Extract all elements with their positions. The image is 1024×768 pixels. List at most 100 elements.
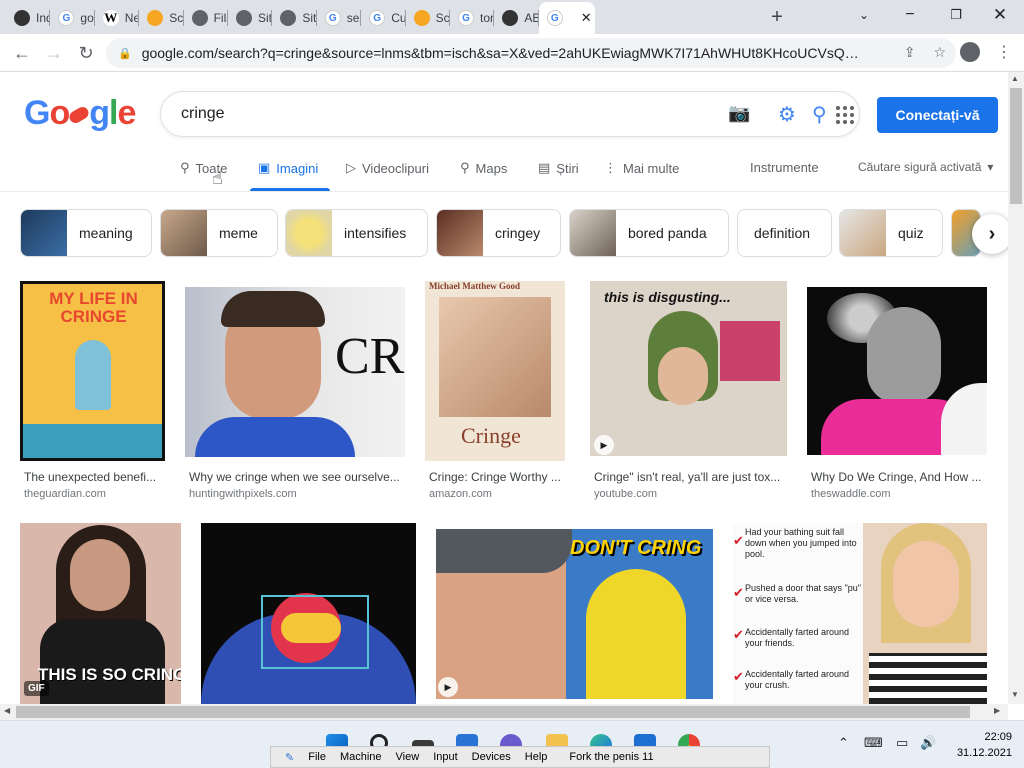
new-tab-button[interactable]: + [766,6,788,28]
image-result[interactable]: THIS IS SO CRINGE GIF [20,523,181,704]
tab-news[interactable]: ▤ Știri [538,160,579,176]
search-box[interactable]: cringe [160,91,860,137]
tab-more[interactable]: ⋮ Mai multe [604,160,679,176]
image-result[interactable]: Had your bathing suit fall down when you… [733,523,987,704]
image-result[interactable]: Why Do We Cringe, And How ... theswaddle… [807,287,987,501]
image-icon: ▣ [258,160,271,175]
vm-menu-machine[interactable]: Machine [340,751,382,763]
address-bar[interactable]: 🔒 google.com/search?q=cringe&source=lnms… [106,38,956,68]
vm-menu-bar: ✎ File Machine View Input Devices Help F… [270,746,770,768]
cursor-icon: ☝ [212,168,223,188]
image-result[interactable]: MY LIFE IN CRINGE The unexpected benefi.… [20,281,165,501]
map-pin-icon: ⚲ [460,160,470,175]
image-overlay-text: Cringe [461,423,521,448]
illustration [40,619,165,704]
reload-icon[interactable]: ↻ [74,42,98,64]
result-caption[interactable]: The unexpected benefi... [24,470,165,484]
result-image: Michael Matthew Good Cringe [425,281,565,461]
minimize-button[interactable]: − [888,4,932,26]
tab-images[interactable]: ▣ Imagini [258,160,318,176]
safesearch-button[interactable]: Căutare sigură activată ▾ [858,160,993,174]
chip-meaning[interactable]: meaning [20,209,152,257]
result-caption[interactable]: Cringe: Cringe Worthy ... [429,470,570,484]
keyboard-icon[interactable]: ⌨ [864,735,883,751]
vertical-scroll-thumb[interactable] [1010,88,1022,204]
signin-button[interactable]: Conectați-vă [877,97,998,133]
vm-menu-file[interactable]: File [308,751,326,763]
tab-videos[interactable]: ▷ Videoclipuri [346,160,429,176]
lock-icon: 🔒 [118,47,132,60]
browser-tab[interactable]: Site [272,4,317,32]
network-icon[interactable]: ▭ [896,735,908,751]
chip-meme[interactable]: meme [160,209,278,257]
illustration [658,347,708,405]
close-tab-icon[interactable]: ✕ [581,10,592,26]
result-caption[interactable]: Why we cringe when we see ourselve... [189,470,405,484]
browser-tab[interactable]: Ind [6,4,51,32]
image-result[interactable]: CRIN Why we cringe when we see ourselve.… [185,287,405,501]
result-source: youtube.com [594,488,657,500]
scroll-down-icon[interactable]: ▼ [1011,690,1019,699]
browser-tab-active[interactable]: G ✕ [538,2,595,34]
checkmark-icon: ✔ [733,669,744,684]
volume-icon[interactable]: 🔊 [920,735,936,751]
browser-tab[interactable]: Gton [450,4,495,32]
browser-tab[interactable]: Site [228,4,273,32]
vm-menu-devices[interactable]: Devices [472,751,511,763]
chip-bored-panda[interactable]: bored panda [569,209,729,257]
camera-icon[interactable]: 📷 [728,103,750,124]
illustration [720,321,780,381]
vm-menu-input[interactable]: Input [433,751,457,763]
chip-intensifies[interactable]: intensifies [285,209,428,257]
tab-maps[interactable]: ⚲ Maps [460,160,507,176]
share-icon[interactable]: ⇪ [904,44,916,61]
favicon-icon [14,10,30,26]
chevron-up-icon[interactable]: ⌃ [838,735,849,751]
browser-tab[interactable]: Gsex [317,4,362,32]
result-caption[interactable]: Why Do We Cringe, And How ... [811,470,987,484]
pin-icon[interactable]: ✎ [285,751,294,764]
news-icon: ▤ [538,160,551,175]
gear-icon[interactable]: ⚙ [778,102,796,127]
browser-tab[interactable]: Scr [139,4,184,32]
browser-tab[interactable]: W Ne [95,4,140,32]
image-result[interactable]: DON'T CRING ▶ [436,529,713,699]
chip-definition[interactable]: definition [737,209,832,257]
image-overlay-text: MY LIFE IN CRINGE [49,289,138,326]
close-window-button[interactable]: ✕ [978,4,1022,26]
bookmark-star-icon[interactable]: ☆ [933,44,946,61]
image-result[interactable]: this is disgusting... ▶ Cringe" isn't re… [590,281,790,501]
apps-grid-icon[interactable] [836,106,854,124]
vm-menu-view[interactable]: View [396,751,420,763]
scroll-left-icon[interactable]: ◀ [4,706,10,715]
result-caption[interactable]: Cringe" isn't real, ya'll are just tox..… [594,470,790,484]
chip-cringey[interactable]: cringey [436,209,561,257]
browser-tab[interactable]: Filă [184,4,228,32]
search-input[interactable]: cringe [181,105,225,123]
chip-quiz[interactable]: quiz [839,209,943,257]
back-icon[interactable]: ← [10,42,34,64]
scroll-right-icon[interactable]: ▶ [994,706,1000,715]
horizontal-scroll-thumb[interactable] [16,706,970,718]
scroll-up-icon[interactable]: ▲ [1011,74,1019,83]
browser-tab[interactable]: Scr [406,4,450,32]
browser-menu-icon[interactable]: ⋮ [996,42,1012,62]
search-icon[interactable]: ⚲ [812,102,827,127]
browser-tab[interactable]: ABC [494,4,539,32]
google-logo[interactable]: Go gle [24,94,136,133]
image-overlay-text: THIS IS SO CRINGE [38,665,181,684]
vm-menu-help[interactable]: Help [525,751,548,763]
forward-icon[interactable]: → [42,42,66,64]
tab-title: Filă [213,11,228,25]
image-result[interactable] [201,523,416,704]
favicon-icon [502,10,519,26]
tab-search-icon[interactable]: ⌄ [842,4,886,26]
profile-avatar[interactable] [960,42,980,62]
browser-tab[interactable]: G Cu [361,4,406,32]
restore-button[interactable]: ❐ [934,4,978,26]
chevron-right-icon[interactable]: › [972,214,1012,254]
system-clock[interactable]: 22:09 31.12.2021 [950,729,1012,761]
image-result[interactable]: Michael Matthew Good Cringe Cringe: Crin… [425,281,570,501]
tools-button[interactable]: Instrumente [750,160,819,175]
browser-tab[interactable]: Ggoo [50,4,95,32]
